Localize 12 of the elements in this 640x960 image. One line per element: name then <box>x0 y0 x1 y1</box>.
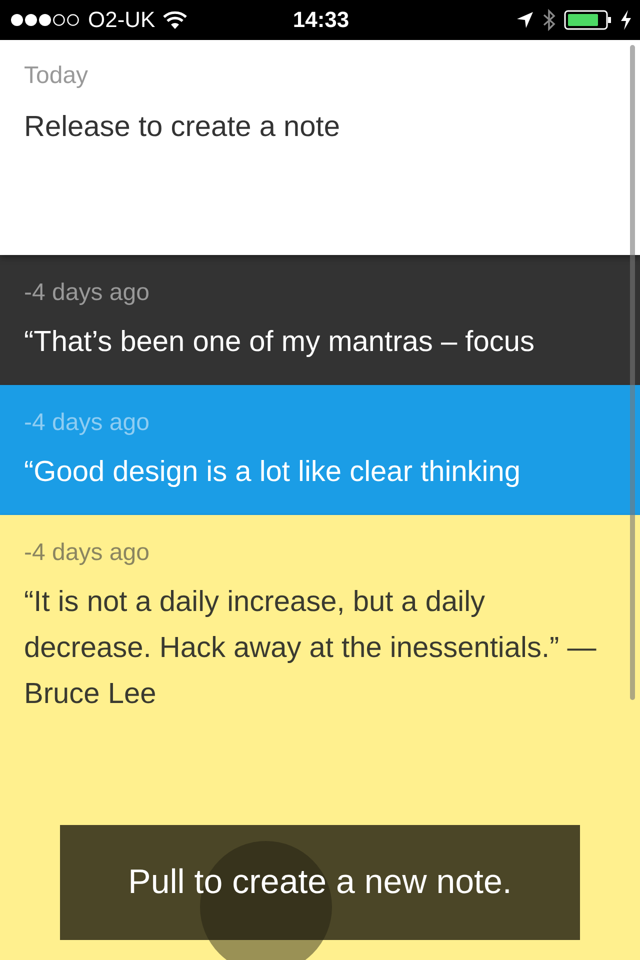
note-date: Today <box>24 62 90 90</box>
note-text: “That’s been one of my mantras – focus <box>24 325 536 360</box>
note-date: -4 days ago <box>24 409 150 437</box>
toast-message: Pull to create a new note. <box>60 825 580 940</box>
release-hint: Release to create a note <box>24 110 341 145</box>
note-card[interactable]: -4 days ago “That’s been one of my mantras – focus <box>0 255 640 385</box>
carrier-name: O2-UK <box>88 7 156 33</box>
note-text: “Good design is a lot like clear thinking <box>24 455 522 490</box>
note-date: -4 days ago <box>24 539 150 567</box>
clock-time: 14:33 <box>292 7 350 33</box>
note-text: “It is not a daily increase, but a daily decrease. Hack away at the inessentials.” — Bruce Lee <box>24 585 598 712</box>
note-date: -4 days ago <box>24 279 150 307</box>
